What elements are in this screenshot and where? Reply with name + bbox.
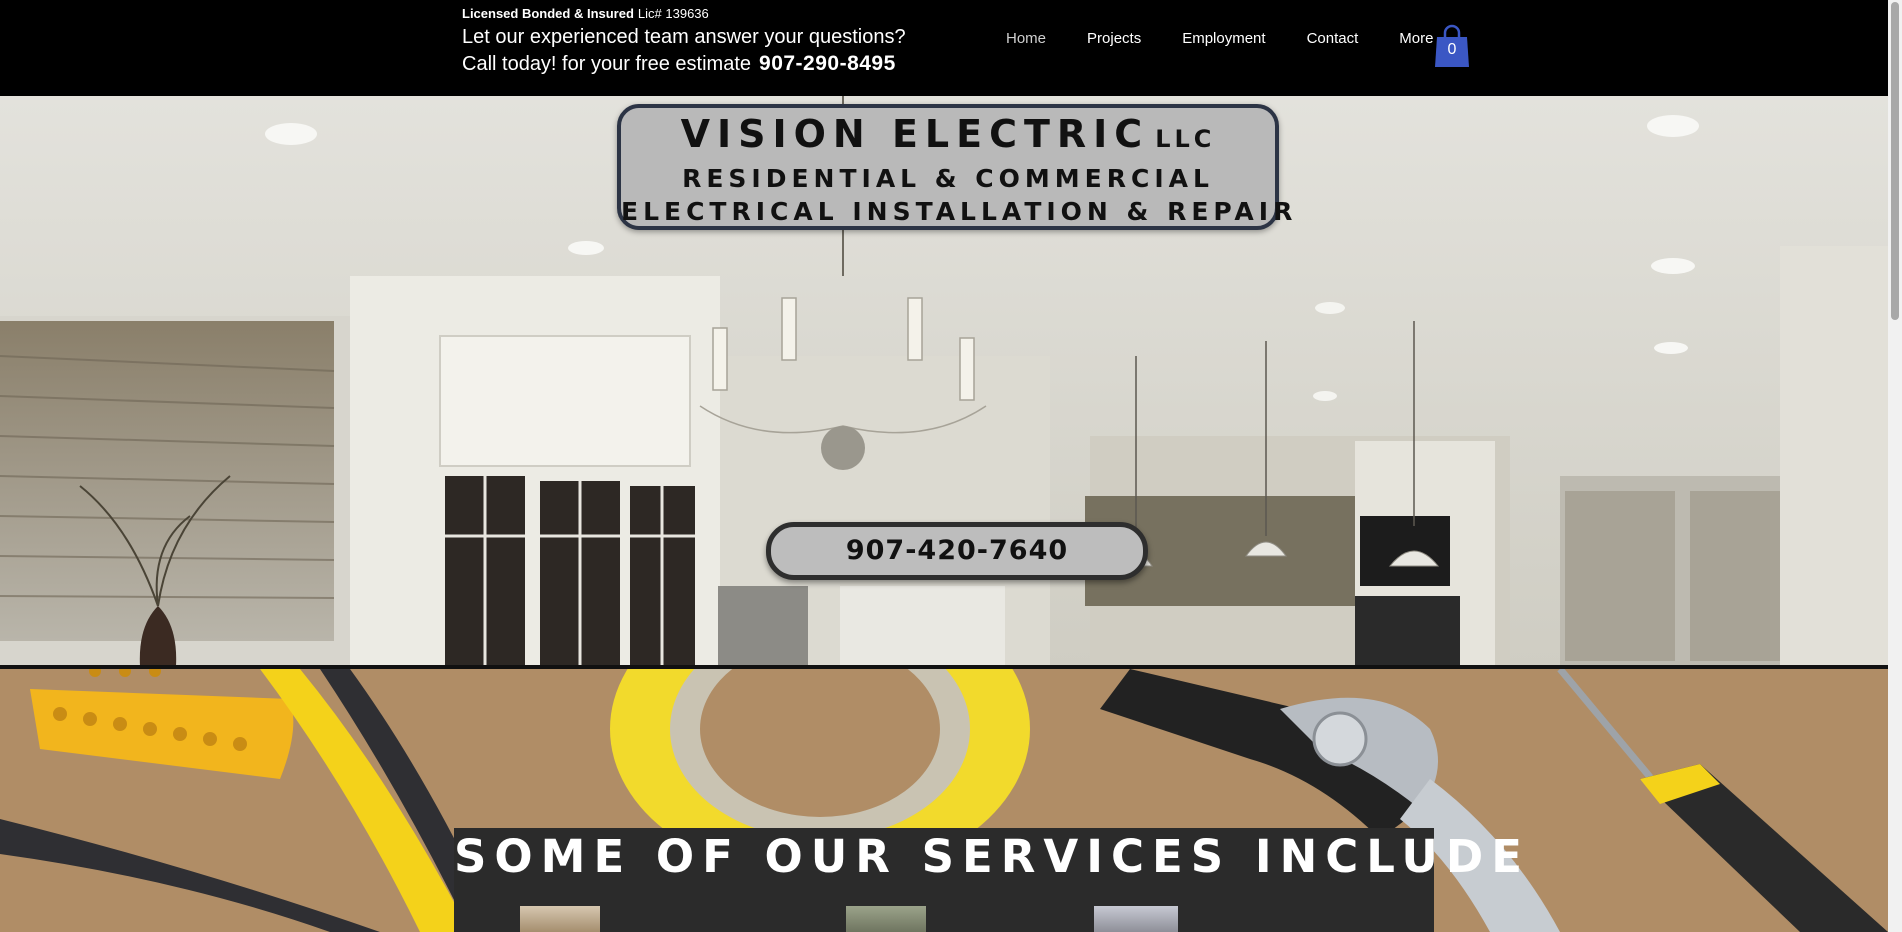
nav-item-projects[interactable]: Projects [1087, 30, 1141, 47]
service-thumbnail-3[interactable] [1094, 906, 1178, 932]
service-thumbnail-2[interactable] [846, 906, 926, 932]
brand-subtitle-2: ELECTRICAL INSTALLATION & REPAIR [621, 197, 1298, 226]
hero-section: VISION ELECTRIC LLC RESIDENTIAL & COMMERC… [0, 96, 1888, 666]
service-thumbnail-1[interactable] [520, 906, 600, 932]
tagline-question: Let our experienced team answer your que… [462, 26, 906, 48]
services-heading: SOME OF OUR SERVICES INCLUDE [454, 830, 1530, 883]
license-info: Licensed Bonded & Insured Lic# 139636 [462, 6, 709, 21]
company-name: VISION ELECTRIC LLC [621, 112, 1275, 156]
site-header: Licensed Bonded & Insured Lic# 139636 Let… [0, 0, 1888, 96]
services-section: SOME OF OUR SERVICES INCLUDE [0, 669, 1888, 932]
license-bold-text: Licensed Bonded & Insured [462, 6, 634, 21]
nav-item-employment[interactable]: Employment [1182, 30, 1265, 47]
hero-phone-button[interactable]: 907-420-7640 [766, 522, 1148, 580]
services-panel: SOME OF OUR SERVICES INCLUDE [454, 828, 1530, 932]
nav-item-home[interactable]: Home [1006, 30, 1046, 47]
main-nav: Home Projects Employment Contact More [1006, 30, 1474, 47]
company-name-text: VISION ELECTRIC [680, 112, 1150, 156]
tagline-call-text: Call today! for your free estimate [462, 53, 752, 75]
license-number: Lic# 139636 [637, 6, 709, 21]
tagline-call: Call today! for your free estimate 907-29… [462, 52, 896, 76]
brand-subtitle-1: RESIDENTIAL & COMMERCIAL [682, 164, 1214, 193]
cart-button[interactable]: 0 [1434, 24, 1470, 68]
nav-item-contact[interactable]: Contact [1307, 30, 1359, 47]
company-suffix: LLC [1155, 125, 1216, 153]
brand-banner: VISION ELECTRIC LLC RESIDENTIAL & COMMERC… [617, 104, 1298, 230]
cart-count: 0 [1447, 41, 1457, 58]
scrollbar-thumb[interactable] [1891, 2, 1899, 320]
nav-item-more[interactable]: More [1399, 30, 1433, 47]
header-phone-number[interactable]: 907-290-8495 [759, 52, 896, 75]
